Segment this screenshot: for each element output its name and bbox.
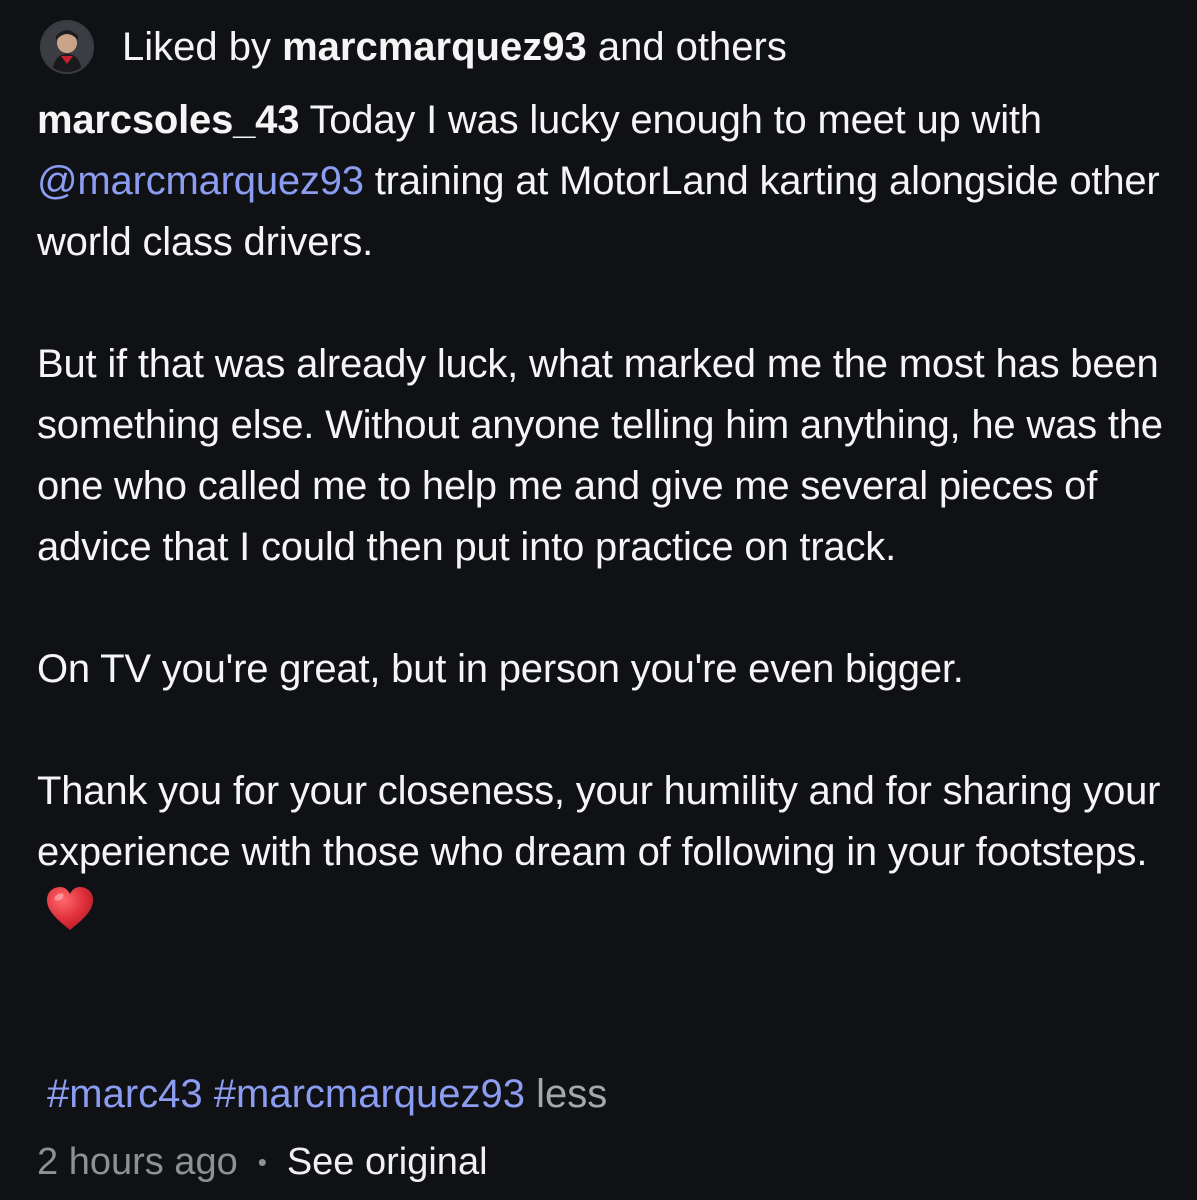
post-caption: marcsoles_43 Today I was lucky enough to… [37, 90, 1167, 950]
liked-by-row: Liked by marcmarquez93 and others [40, 20, 787, 74]
caption-text: Today I was lucky enough to meet up with [299, 98, 1042, 142]
avatar[interactable] [40, 20, 94, 74]
caption-text: Thank you for your closeness, your humil… [37, 769, 1161, 874]
avatar-photo-icon [42, 22, 92, 72]
heart-emoji-icon [45, 886, 95, 950]
mention-link[interactable]: @marcmarquez93 [37, 159, 364, 203]
post-meta: 2 hours ago • See original [37, 1134, 488, 1190]
liked-prefix: Liked by [122, 25, 283, 69]
liked-username-link[interactable]: marcmarquez93 [282, 25, 587, 69]
liked-by-text: Liked by marcmarquez93 and others [122, 20, 787, 74]
see-original-button[interactable]: See original [287, 1134, 488, 1190]
hashtag-link[interactable]: #marc43 [47, 1072, 203, 1116]
separator-dot: • [257, 1147, 267, 1177]
less-button[interactable]: less [536, 1072, 607, 1116]
caption-paragraph-3: On TV you're great, but in person you're… [37, 647, 964, 691]
caption-paragraph-2: But if that was already luck, what marke… [37, 342, 1163, 569]
caption-paragraph-4: Thank you for your closeness, your humil… [37, 761, 1167, 950]
liked-suffix[interactable]: and others [587, 25, 787, 69]
author-username-link[interactable]: marcsoles_43 [37, 98, 299, 142]
hashtags-row: #marc43 #marcmarquez93 less [47, 1064, 607, 1125]
hashtag-link[interactable]: #marcmarquez93 [214, 1072, 525, 1116]
caption-paragraph-1: marcsoles_43 Today I was lucky enough to… [37, 90, 1167, 273]
timestamp: 2 hours ago [37, 1141, 238, 1183]
